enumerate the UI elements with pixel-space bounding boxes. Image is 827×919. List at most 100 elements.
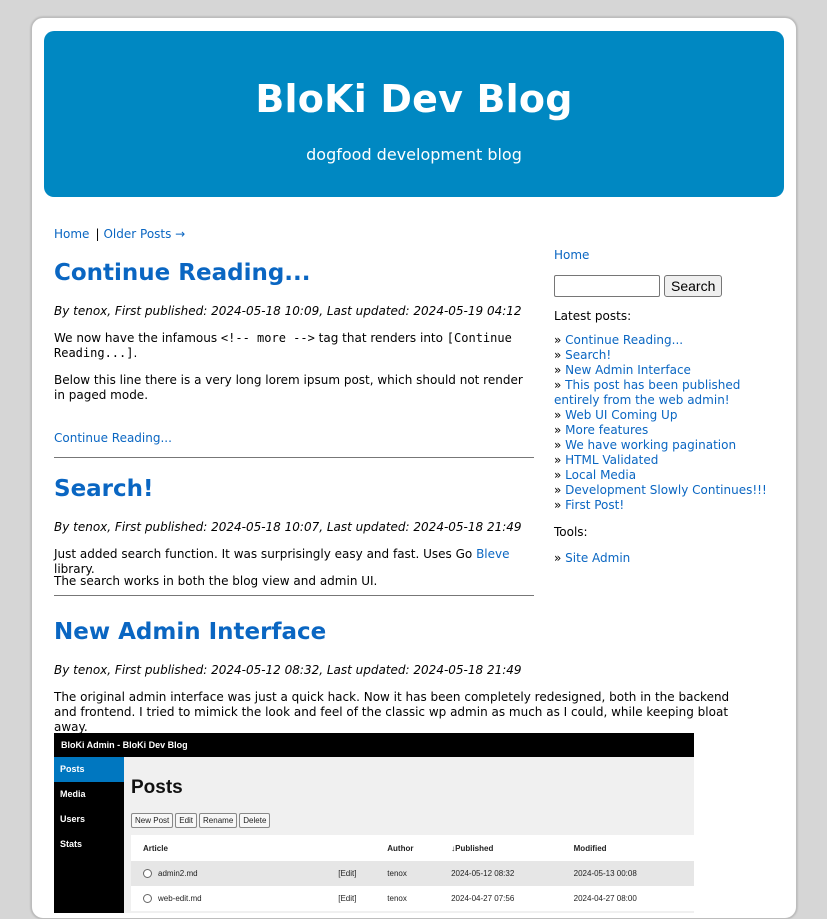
latest-post-item: » Web UI Coming Up xyxy=(554,408,774,423)
nav-separator: | xyxy=(95,227,100,241)
post-paragraph: The original admin interface was just a … xyxy=(54,690,730,734)
admin-action-button[interactable]: Rename xyxy=(199,813,238,828)
post-meta: By tenox, First published: 2024-05-18 10… xyxy=(54,520,522,534)
post-divider xyxy=(54,595,534,596)
post-paragraph: We now have the infamous <!-- more --> t… xyxy=(54,331,534,361)
home-link[interactable]: Home xyxy=(54,227,89,241)
post-title[interactable]: Search! xyxy=(54,472,154,506)
latest-post-link[interactable]: First Post! xyxy=(565,498,624,512)
admin-table-cell: web-edit.md xyxy=(131,886,339,911)
text: tag that renders into xyxy=(314,331,447,345)
latest-post-link[interactable]: Local Media xyxy=(565,468,636,482)
latest-post-item: » More features xyxy=(554,423,774,438)
tool-item: » Site Admin xyxy=(554,551,774,566)
post-paragraph: Below this line there is a very long lor… xyxy=(54,373,523,402)
search-form: Search xyxy=(554,275,774,299)
latest-post-link[interactable]: We have working pagination xyxy=(565,438,736,452)
bullet-glyph: » xyxy=(554,378,566,392)
bullet-glyph: » xyxy=(554,438,566,452)
admin-table-cell[interactable]: [Edit] xyxy=(338,886,388,911)
latest-post-item: » First Post! xyxy=(554,498,774,513)
sidebar-home-link[interactable]: Home xyxy=(554,248,589,262)
post: Search! By tenox, First published: 2024-… xyxy=(54,472,534,612)
continue-reading-link[interactable]: Continue Reading... xyxy=(54,431,172,446)
latest-posts-heading: Latest posts: xyxy=(554,309,632,323)
older-posts-link[interactable]: Older Posts → xyxy=(103,227,185,241)
admin-table-header: Article xyxy=(131,835,339,861)
latest-post-item: » This post has been published entirely … xyxy=(554,378,774,408)
post-divider xyxy=(54,457,534,458)
latest-post-item: » We have working pagination xyxy=(554,438,774,453)
bullet-glyph: » xyxy=(554,551,566,565)
latest-post-item: » Local Media xyxy=(554,468,774,483)
admin-table-header: Author xyxy=(387,835,452,861)
site-tagline: dogfood development blog xyxy=(306,145,522,164)
latest-post-item: » Continue Reading... xyxy=(554,333,774,348)
top-navigation: Home | Older Posts → xyxy=(54,227,185,241)
bleve-link[interactable]: Bleve xyxy=(476,547,509,561)
admin-table-cell: tenox xyxy=(387,861,452,886)
latest-post-link[interactable]: More features xyxy=(565,423,648,437)
admin-table-cell[interactable]: [Edit] xyxy=(338,861,388,886)
admin-action-button[interactable]: Edit xyxy=(175,813,198,828)
bullet-glyph: » xyxy=(554,348,566,362)
article-name: admin2.md xyxy=(158,868,198,878)
admin-table-row[interactable]: admin2.md [Edit] tenox 2024-05-12 08:32 2024… xyxy=(131,861,694,886)
admin-action-button[interactable]: Delete xyxy=(239,813,271,828)
text: Just added search function. It was surpr… xyxy=(54,547,477,561)
post-title[interactable]: New Admin Interface xyxy=(54,615,326,649)
admin-nav-item[interactable]: Users xyxy=(54,807,124,832)
post-title[interactable]: Continue Reading... xyxy=(54,256,311,290)
bullet-glyph: » xyxy=(554,468,566,482)
post-meta: By tenox, First published: 2024-05-18 10… xyxy=(54,304,522,318)
latest-posts-list: » Continue Reading...» Search!» New Admi… xyxy=(554,333,774,513)
bullet-glyph: » xyxy=(554,483,566,497)
sidebar: Home Search Latest posts: » Continue Rea… xyxy=(554,248,774,566)
admin-table-cell: tenox xyxy=(387,886,452,911)
row-radio[interactable] xyxy=(143,894,152,904)
latest-post-item: » Search! xyxy=(554,348,774,363)
latest-post-link[interactable]: New Admin Interface xyxy=(565,363,691,377)
admin-interface-screenshot: BloKi Admin - BloKi Dev Blog Posts Media U… xyxy=(54,733,694,913)
admin-buttons: New Post Edit Rename Delete xyxy=(131,810,272,828)
latest-post-item: » Development Slowly Continues!!! xyxy=(554,483,774,498)
bullet-glyph: » xyxy=(554,423,566,437)
text: We now have the infamous xyxy=(54,331,221,345)
admin-table-header[interactable]: ↓Published xyxy=(451,835,574,861)
latest-post-link[interactable]: Continue Reading... xyxy=(565,333,683,347)
latest-post-link[interactable]: Search! xyxy=(565,348,611,362)
admin-nav-item[interactable]: Stats xyxy=(54,832,124,857)
admin-table-header: Modified xyxy=(573,835,694,861)
search-input[interactable] xyxy=(554,275,660,297)
bullet-glyph: » xyxy=(554,453,566,467)
main-content: Continue Reading... By tenox, First publ… xyxy=(54,256,729,734)
post-paragraph: Just added search function. It was surpr… xyxy=(54,547,534,577)
latest-post-link[interactable]: Development Slowly Continues!!! xyxy=(565,483,767,497)
admin-action-button[interactable]: New Post xyxy=(131,813,174,828)
admin-table-cell: 2024-05-13 00:08 xyxy=(573,861,694,886)
tools-heading: Tools: xyxy=(554,525,588,539)
admin-main: Posts New Post Edit Rename Delete Article Au… xyxy=(124,757,694,913)
post-meta: By tenox, First published: 2024-05-12 08… xyxy=(54,663,522,677)
admin-table-cell: 2024-05-12 08:32 xyxy=(451,861,574,886)
latest-post-link[interactable]: Web UI Coming Up xyxy=(565,408,677,422)
row-radio[interactable] xyxy=(143,869,152,879)
admin-nav-item[interactable]: Media xyxy=(54,782,124,807)
bullet-glyph: » xyxy=(554,333,566,347)
latest-post-link[interactable]: This post has been published entirely fr… xyxy=(554,378,740,407)
article-name: web-edit.md xyxy=(158,893,202,903)
admin-nav-item[interactable]: Posts xyxy=(54,757,124,782)
tool-link[interactable]: Site Admin xyxy=(565,551,630,565)
search-button[interactable]: Search xyxy=(664,275,723,297)
post: Continue Reading... By tenox, First publ… xyxy=(54,256,534,477)
admin-sidebar: Posts Media Users Stats xyxy=(54,757,124,913)
latest-post-item: » New Admin Interface xyxy=(554,363,774,378)
site-header: BloKi Dev Blog dogfood development blog xyxy=(44,31,784,197)
admin-table-row[interactable]: web-edit.md [Edit] tenox 2024-04-27 07:56 20… xyxy=(131,886,694,911)
admin-table-cell: 2024-04-27 07:56 xyxy=(451,886,574,911)
latest-post-link[interactable]: HTML Validated xyxy=(565,453,658,467)
site-title[interactable]: BloKi Dev Blog xyxy=(44,77,784,121)
admin-heading: Posts xyxy=(131,777,183,798)
bullet-glyph: » xyxy=(554,408,566,422)
admin-posts-table: Article Author ↓Published Modified admin2.m… xyxy=(131,835,694,911)
